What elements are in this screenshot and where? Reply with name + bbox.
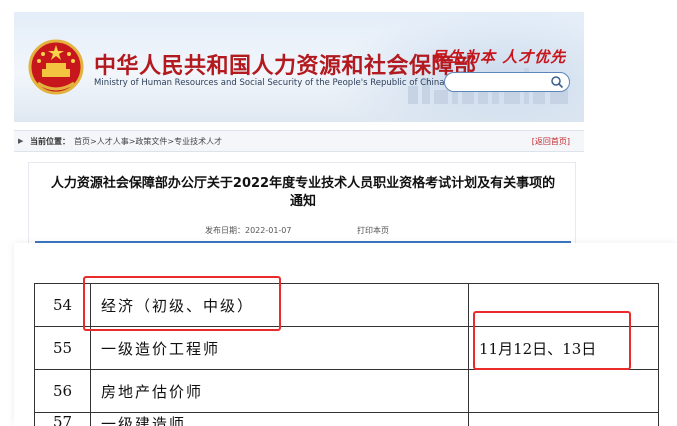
article-title-line1: 人力资源社会保障部办公厅关于2022年度专业技术人员职业资格考试计划及有关事项的	[50, 176, 556, 191]
breadcrumb-path[interactable]: 首页>人才人事>政策文件>专业技术人才	[74, 136, 222, 147]
row-number: 55	[34, 326, 91, 370]
exam-date	[468, 412, 659, 426]
slogan: 民生为本 人才优先	[432, 48, 567, 66]
date-highlight-box	[473, 311, 631, 370]
triangle-right-icon: ▶	[18, 137, 24, 145]
row-number: 56	[34, 369, 91, 413]
search-input[interactable]	[444, 72, 570, 92]
publish-date: 发布日期：2022-01-07	[205, 226, 292, 235]
row-number: 57	[34, 412, 91, 426]
breadcrumb: ▶ 当前位置： 首页>人才人事>政策文件>专业技术人才 [返回首页]	[14, 130, 584, 152]
article-title: 人力资源社会保障部办公厅关于2022年度专业技术人员职业资格考试计划及有关事项的…	[29, 175, 577, 211]
print-link[interactable]: 打印本页	[357, 225, 389, 236]
exam-name: 房地产估价师	[90, 369, 469, 413]
header-banner: 中华人民共和国人力资源和社会保障部 Ministry of Human Reso…	[14, 12, 584, 122]
exam-name: 一级建造师	[90, 412, 469, 426]
ministry-webpage: 中华人民共和国人力资源和社会保障部 Ministry of Human Reso…	[14, 0, 584, 262]
table-row: 56 房地产估价师	[34, 369, 659, 413]
national-emblem-icon[interactable]	[28, 39, 84, 97]
breadcrumb-label: 当前位置：	[30, 137, 70, 146]
exam-date	[468, 369, 659, 413]
search-icon[interactable]	[550, 75, 564, 89]
back-home-link[interactable]: [返回首页]	[532, 136, 570, 147]
ministry-name-cn: 中华人民共和国人力资源和社会保障部	[94, 54, 477, 79]
article-title-line2: 通知	[289, 194, 316, 209]
exam-name: 一级造价工程师	[90, 326, 469, 370]
economy-highlight-box	[83, 276, 281, 331]
zoomed-table-panel: 54 经济（初级、中级） 55 一级造价工程师 11月12日、13日 56 房地…	[14, 243, 677, 426]
ministry-name-en: Ministry of Human Resources and Social S…	[94, 78, 445, 88]
table-row: 57 一级建造师	[34, 412, 659, 426]
